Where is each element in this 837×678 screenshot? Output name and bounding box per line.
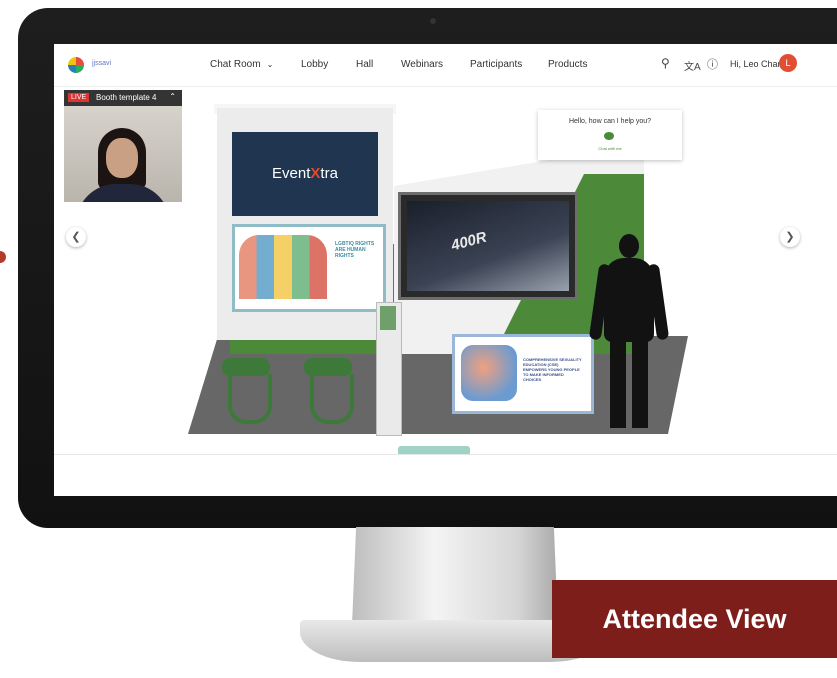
silhouette-head [619,234,639,258]
next-arrow-button[interactable]: ❯ [780,227,800,247]
booth-video-screen[interactable]: 400R [398,192,578,300]
silhouette-leg [610,338,626,428]
chat-widget-question: Hello, how can I help you? [568,118,652,125]
monitor-stand-neck [352,527,558,625]
eventxtra-banner[interactable]: EventXtra [232,132,378,216]
banner-brand-post: tra [320,165,338,182]
chair-leg [228,374,272,424]
nav-chat-room[interactable]: Chat Room ⌄ [210,59,273,70]
bottom-divider [54,454,837,455]
nav-chat-room-label: Chat Room [210,59,261,70]
brand-logo-icon[interactable] [68,57,84,73]
user-greeting: Hi, Leo Chan [730,59,783,69]
booth-chair-right [304,358,354,424]
brand-logo-text: jjssavi [92,60,112,67]
presenter-body [76,184,170,202]
human-silhouette [588,234,670,434]
video-title: Booth template 4 [96,93,157,102]
nav-participants[interactable]: Participants [470,59,522,70]
bottom-tab-handle[interactable] [398,446,470,454]
banner-brand-pre: Event [272,165,311,182]
nav-lobby[interactable]: Lobby [301,59,328,70]
chevron-right-icon: ❯ [785,231,795,243]
video-feed [64,106,182,202]
poster-illustration [239,235,327,299]
webcam [430,18,436,24]
cse-poster-illustration [461,345,517,401]
lgbtiq-poster[interactable]: LGBTIQ RIGHTS ARE HUMAN RIGHTS [232,224,386,312]
banner-brand-x: X [310,165,321,182]
user-avatar[interactable]: L [779,54,797,72]
translate-icon[interactable]: 文A [684,58,701,73]
chevron-left-icon: ❮ [71,231,81,243]
search-icon[interactable]: ⚲ [661,56,670,70]
chat-widget-cta[interactable]: Chat with me [538,146,682,151]
video-screen-image [407,201,569,291]
nav-hall[interactable]: Hall [356,59,373,70]
silhouette-body [604,258,654,342]
chat-bubble-icon [604,132,614,140]
top-navigation-bar: jjssavi Chat Room ⌄ Lobby Hall Webinars P… [54,44,837,87]
chair-leg [310,374,354,424]
chat-widget[interactable]: Hello, how can I help you? Chat with me [538,110,682,160]
help-icon[interactable]: ⓘ [707,56,718,72]
presenter-face [106,138,138,178]
silhouette-leg [632,338,648,428]
app-screen: jjssavi Chat Room ⌄ Lobby Hall Webinars P… [54,44,837,496]
monitor-frame: jjssavi Chat Room ⌄ Lobby Hall Webinars P… [18,8,837,528]
kiosk-screen [380,306,396,330]
attendee-view-label: Attendee View [552,580,837,658]
red-marker-dot [0,251,6,263]
chevron-down-icon: ⌄ [266,60,274,69]
booth-chair-left [222,358,272,424]
nav-webinars[interactable]: Webinars [401,59,443,70]
video-header: LIVE Booth template 4 ⌃ [64,90,182,106]
live-badge: LIVE [68,93,90,102]
nav-products[interactable]: Products [548,59,587,70]
live-video-window[interactable]: LIVE Booth template 4 ⌃ [64,90,182,202]
cse-poster-text: COMPREHENSIVE SEXUALITY EDUCATION (CSE) … [523,357,582,382]
chevron-up-icon[interactable]: ⌃ [169,92,176,101]
cse-poster[interactable]: COMPREHENSIVE SEXUALITY EDUCATION (CSE) … [452,334,594,414]
poster-text: LGBTIQ RIGHTS ARE HUMAN RIGHTS [335,241,375,259]
prev-arrow-button[interactable]: ❮ [66,227,86,247]
